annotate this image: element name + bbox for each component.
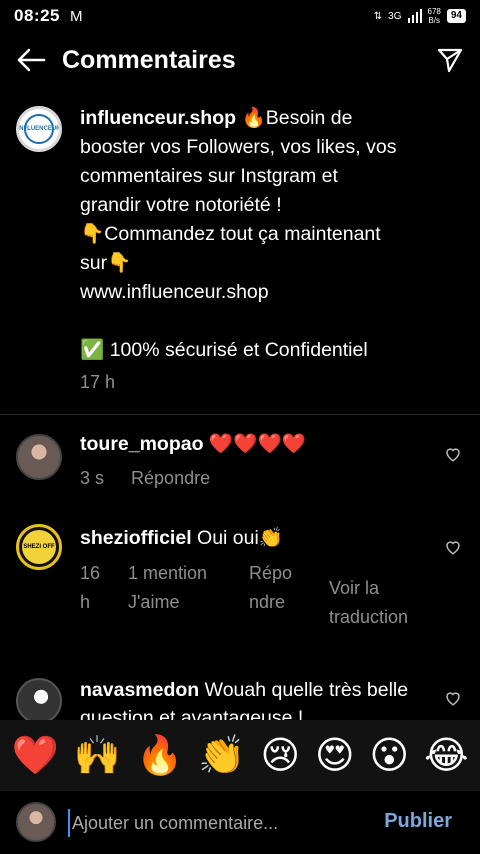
comment-time: 3 s xyxy=(80,468,105,488)
crying-face-emoji-icon[interactable]: 😢 xyxy=(260,736,300,774)
clapping-hands-emoji-icon[interactable]: 👏 xyxy=(198,736,245,774)
avatar-logo: SHEZI OFF xyxy=(22,530,56,564)
avatar[interactable]: INFLUENCEUR xyxy=(16,106,62,152)
caption-line: sur👇 xyxy=(80,252,132,274)
translation-line: traduction xyxy=(329,607,409,627)
heart-eyes-emoji-icon[interactable]: 😍 xyxy=(315,736,355,774)
caption-line: 🔥Besoin de xyxy=(236,107,353,129)
caption-line: grandir votre notoriété ! xyxy=(80,194,282,216)
tears-of-joy-emoji-icon[interactable]: 😂 xyxy=(424,736,468,774)
emoji-quick-bar: ❤️ 🙌 🔥 👏 😢 😍 😮 😂 xyxy=(0,720,480,790)
comment-meta: 3 s Répondre xyxy=(80,468,210,489)
comment-time-line: 16 xyxy=(80,563,101,583)
avatar[interactable] xyxy=(16,678,62,720)
caption-line: 👇Commandez tout ça maintenant xyxy=(80,223,381,245)
avatar xyxy=(16,802,56,842)
comment-meta: 16 h 1 mention J'aime Répo ndre Voir la trad… xyxy=(80,559,450,639)
comment-body: question et avantageuse ! xyxy=(80,707,304,720)
battery-icon: 94 xyxy=(446,9,466,23)
red-heart-emoji-icon[interactable]: ❤️ xyxy=(11,736,58,774)
back-button[interactable] xyxy=(0,32,62,88)
caption-text: influenceur.shop 🔥Besoin de booster vos … xyxy=(80,104,464,365)
speed-unit: B/s xyxy=(428,16,440,25)
divider xyxy=(0,414,480,415)
arrow-left-icon xyxy=(17,48,46,72)
comment-body: Wouah quelle très belle xyxy=(199,679,409,701)
surprised-face-emoji-icon[interactable]: 😮 xyxy=(370,736,410,774)
header: Commentaires xyxy=(0,32,480,88)
heart-icon[interactable] xyxy=(444,538,462,556)
comment-username[interactable]: sheziofficiel xyxy=(80,527,192,549)
caption-blank xyxy=(80,307,464,336)
paper-plane-icon[interactable] xyxy=(436,46,464,74)
avatar[interactable] xyxy=(16,434,62,480)
comment-body: Oui oui👏 xyxy=(191,527,284,549)
comment-body: ❤️❤️❤️❤️ xyxy=(203,433,307,455)
comment-time-line: h xyxy=(80,592,91,612)
mail-icon: M xyxy=(69,7,83,25)
caption-line: commentaires sur Instgram et xyxy=(80,165,338,187)
likes-line: J'aime xyxy=(128,592,180,612)
network-type: 3G xyxy=(388,10,402,22)
translation-line: Voir la xyxy=(329,578,380,598)
avatar[interactable]: SHEZI OFF xyxy=(16,524,62,570)
caption-line: ✅ 100% sécurisé et Confidentiel xyxy=(80,339,368,361)
brand-logo: INFLUENCEUR xyxy=(19,114,59,144)
reply-line: Répo xyxy=(249,563,293,583)
likes-line: 1 mention xyxy=(128,563,208,583)
comment-item: navasmedon Wouah quelle très belle questi… xyxy=(0,676,480,720)
network-speed: 678 B/s xyxy=(428,7,441,25)
page-title: Commentaires xyxy=(62,45,236,74)
reply-line: ndre xyxy=(249,592,286,612)
comment-username[interactable]: navasmedon xyxy=(80,679,199,701)
comment-composer: Publier xyxy=(0,790,480,854)
comment-text: sheziofficiel Oui oui👏 xyxy=(80,524,435,552)
caption-time: 17 h xyxy=(80,372,116,392)
reply-button[interactable]: Répondre xyxy=(131,468,210,489)
heart-icon[interactable] xyxy=(444,445,462,463)
comment-text: navasmedon Wouah quelle très belle questi… xyxy=(80,676,435,720)
signal-icon xyxy=(407,9,422,23)
fire-emoji-icon[interactable]: 🔥 xyxy=(136,736,183,774)
comment-input[interactable] xyxy=(68,809,358,837)
speed-value: 678 xyxy=(427,7,441,16)
caption-line: booster vos Followers, vos likes, vos xyxy=(80,136,397,158)
publish-button[interactable]: Publier xyxy=(384,810,452,833)
reply-button[interactable]: Répo ndre xyxy=(249,559,292,617)
comment-username[interactable]: toure_mopao xyxy=(80,433,204,455)
status-indicators: ⇅ 3G 678 B/s 94 xyxy=(374,7,466,25)
comment-text: toure_mopao ❤️❤️❤️❤️ xyxy=(80,430,435,458)
status-bar: 08:25 M ⇅ 3G 678 B/s 94 xyxy=(0,0,480,32)
raising-hands-emoji-icon[interactable]: 🙌 xyxy=(74,736,121,774)
heart-icon[interactable] xyxy=(444,689,462,707)
caption-username[interactable]: influenceur.shop xyxy=(80,107,236,129)
see-translation-button[interactable]: Voir la traduction xyxy=(329,574,408,632)
status-time: 08:25 xyxy=(14,6,60,25)
comment-time: 16 h xyxy=(80,559,100,617)
caption-link[interactable]: www.influenceur.shop xyxy=(80,278,464,307)
likes-count[interactable]: 1 mention J'aime xyxy=(128,559,207,617)
data-transfer-icon: ⇅ xyxy=(373,10,383,22)
